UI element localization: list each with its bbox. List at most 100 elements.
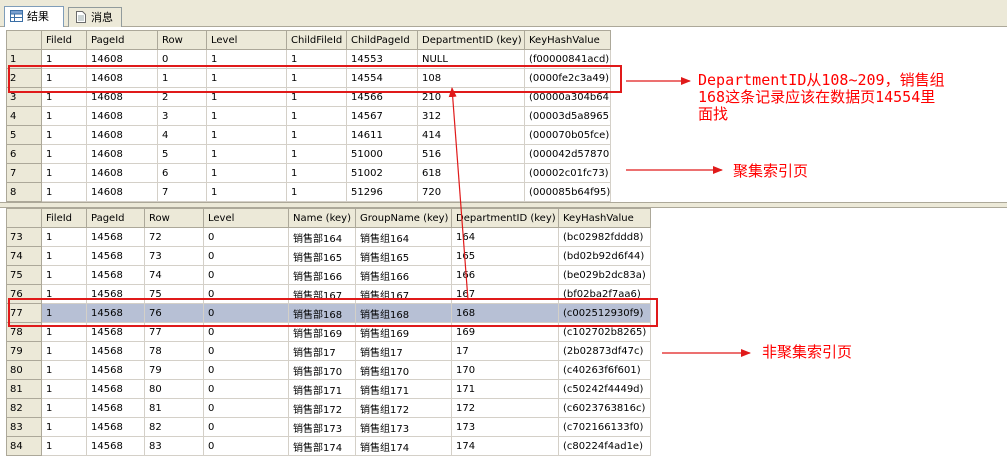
table-cell[interactable]: 51000 bbox=[346, 144, 418, 164]
table-row[interactable]: 83 1 14568 82 0 销售部173 销售组173 173 (c702166133f0) bbox=[6, 417, 651, 437]
table-cell[interactable]: 14568 bbox=[86, 341, 145, 361]
table-cell[interactable]: 销售组170 bbox=[355, 360, 452, 380]
tab-results[interactable]: 结果 bbox=[4, 6, 64, 27]
table-cell[interactable]: 销售部173 bbox=[288, 417, 356, 437]
table-cell[interactable]: 14608 bbox=[86, 182, 158, 202]
table-cell[interactable]: 0 bbox=[203, 360, 289, 380]
table-cell[interactable]: 14568 bbox=[86, 398, 145, 418]
table-cell[interactable]: 414 bbox=[417, 125, 525, 145]
table-cell[interactable]: 1 bbox=[41, 144, 87, 164]
table-cell[interactable]: 1 bbox=[286, 144, 347, 164]
table-cell[interactable]: 1 bbox=[41, 246, 87, 266]
table-cell[interactable]: 166 bbox=[451, 265, 559, 285]
table-cell[interactable]: 172 bbox=[451, 398, 559, 418]
row-number-cell[interactable]: 75 bbox=[6, 265, 42, 285]
table-cell[interactable]: 7 bbox=[157, 182, 207, 202]
table-cell[interactable]: 618 bbox=[417, 163, 525, 183]
column-header[interactable]: PageId bbox=[86, 30, 158, 50]
table-cell[interactable]: 1 bbox=[286, 182, 347, 202]
row-number-cell[interactable]: 5 bbox=[6, 125, 42, 145]
column-header[interactable]: FileId bbox=[41, 30, 87, 50]
table-cell[interactable]: 14611 bbox=[346, 125, 418, 145]
table-cell[interactable]: 销售部166 bbox=[288, 265, 356, 285]
table-row[interactable]: 74 1 14568 73 0 销售部165 销售组165 165 (bd02b92d6f44) bbox=[6, 246, 651, 266]
table-cell[interactable]: 79 bbox=[144, 360, 204, 380]
table-cell[interactable]: 82 bbox=[144, 417, 204, 437]
table-cell[interactable]: (c50242f4449d) bbox=[558, 379, 651, 399]
column-header[interactable]: Name (key) bbox=[288, 208, 356, 228]
row-number-cell[interactable]: 79 bbox=[6, 341, 42, 361]
table-cell[interactable]: 1 bbox=[206, 163, 287, 183]
table-row[interactable]: 80 1 14568 79 0 销售部170 销售组170 170 (c40263f6f601) bbox=[6, 360, 651, 380]
row-number-cell[interactable]: 83 bbox=[6, 417, 42, 437]
column-header[interactable]: PageId bbox=[86, 208, 145, 228]
table-cell[interactable]: 720 bbox=[417, 182, 525, 202]
table-cell[interactable]: 170 bbox=[451, 360, 559, 380]
table-cell[interactable]: 1 bbox=[286, 163, 347, 183]
table-cell[interactable]: 174 bbox=[451, 436, 559, 456]
table-cell[interactable]: 14568 bbox=[86, 227, 145, 247]
table-cell[interactable]: 销售部171 bbox=[288, 379, 356, 399]
table-cell[interactable]: 14568 bbox=[86, 436, 145, 456]
table-cell[interactable]: 51002 bbox=[346, 163, 418, 183]
column-header[interactable]: KeyHashValue bbox=[558, 208, 651, 228]
table-cell[interactable]: (00003d5a8965) bbox=[524, 106, 611, 126]
table-cell[interactable]: 312 bbox=[417, 106, 525, 126]
row-number-cell[interactable]: 84 bbox=[6, 436, 42, 456]
table-row[interactable]: 81 1 14568 80 0 销售部171 销售组171 171 (c50242f4449d) bbox=[6, 379, 651, 399]
table-cell[interactable]: 17 bbox=[451, 341, 559, 361]
table-cell[interactable]: 0 bbox=[203, 398, 289, 418]
table-cell[interactable]: 销售组164 bbox=[355, 227, 452, 247]
row-number-cell[interactable]: 7 bbox=[6, 163, 42, 183]
table-cell[interactable]: 81 bbox=[144, 398, 204, 418]
table-cell[interactable]: 销售部170 bbox=[288, 360, 356, 380]
table-cell[interactable]: 0 bbox=[203, 227, 289, 247]
column-header[interactable]: Level bbox=[206, 30, 287, 50]
table-cell[interactable]: 83 bbox=[144, 436, 204, 456]
column-header[interactable]: KeyHashValue bbox=[524, 30, 611, 50]
table-cell[interactable]: 销售组17 bbox=[355, 341, 452, 361]
table-cell[interactable]: (be029b2dc83a) bbox=[558, 265, 651, 285]
table-cell[interactable]: 14608 bbox=[86, 106, 158, 126]
table-row[interactable]: 6 1 14608 5 1 1 51000 516 (000042d57870) bbox=[6, 144, 611, 164]
table-cell[interactable]: (000085b64f95) bbox=[524, 182, 611, 202]
table-cell[interactable]: (2b02873df47c) bbox=[558, 341, 651, 361]
table-cell[interactable]: 1 bbox=[206, 182, 287, 202]
row-number-cell[interactable]: 6 bbox=[6, 144, 42, 164]
row-number-cell[interactable]: 82 bbox=[6, 398, 42, 418]
table-row[interactable]: 8 1 14608 7 1 1 51296 720 (000085b64f95) bbox=[6, 182, 611, 202]
table-cell[interactable]: 6 bbox=[157, 163, 207, 183]
table-cell[interactable]: 销售部17 bbox=[288, 341, 356, 361]
table-cell[interactable]: 14568 bbox=[86, 265, 145, 285]
table-cell[interactable]: 3 bbox=[157, 106, 207, 126]
column-header[interactable]: DepartmentID (key) bbox=[417, 30, 525, 50]
table-cell[interactable]: 14567 bbox=[346, 106, 418, 126]
table-cell[interactable]: 销售部165 bbox=[288, 246, 356, 266]
table-row[interactable]: 79 1 14568 78 0 销售部17 销售组17 17 (2b02873df47c) bbox=[6, 341, 651, 361]
table-row[interactable]: 73 1 14568 72 0 销售部164 销售组164 164 (bc02982fddd8) bbox=[6, 227, 651, 247]
column-header[interactable]: ChildFileId bbox=[286, 30, 347, 50]
table-cell[interactable]: 1 bbox=[41, 106, 87, 126]
table-cell[interactable]: 销售组173 bbox=[355, 417, 452, 437]
table-cell[interactable]: 1 bbox=[206, 144, 287, 164]
table-cell[interactable]: 1 bbox=[41, 227, 87, 247]
table-cell[interactable]: 4 bbox=[157, 125, 207, 145]
table-cell[interactable]: 14608 bbox=[86, 144, 158, 164]
table-cell[interactable]: 78 bbox=[144, 341, 204, 361]
table-cell[interactable]: 14608 bbox=[86, 163, 158, 183]
table-cell[interactable]: 14568 bbox=[86, 379, 145, 399]
table-cell[interactable]: 0 bbox=[203, 379, 289, 399]
table-cell[interactable]: 1 bbox=[41, 360, 87, 380]
table-cell[interactable]: 5 bbox=[157, 144, 207, 164]
table-cell[interactable]: 1 bbox=[286, 106, 347, 126]
column-header[interactable]: Level bbox=[203, 208, 289, 228]
row-number-cell[interactable]: 80 bbox=[6, 360, 42, 380]
table-cell[interactable]: (000042d57870) bbox=[524, 144, 611, 164]
table-cell[interactable]: 73 bbox=[144, 246, 204, 266]
table-cell[interactable]: 0 bbox=[203, 417, 289, 437]
column-header[interactable]: Row bbox=[157, 30, 207, 50]
column-header[interactable]: DepartmentID (key) bbox=[451, 208, 559, 228]
table-cell[interactable]: (000070b05fce) bbox=[524, 125, 611, 145]
table-cell[interactable]: (bc02982fddd8) bbox=[558, 227, 651, 247]
column-header[interactable]: FileId bbox=[41, 208, 87, 228]
